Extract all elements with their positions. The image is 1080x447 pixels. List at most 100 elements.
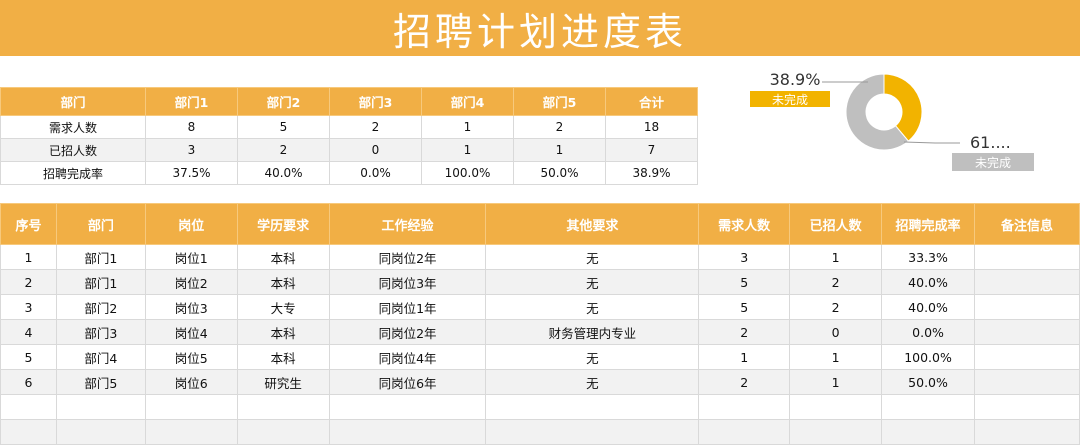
summary-cell[interactable]: 100.0% [421, 161, 514, 185]
detail-cell[interactable]: 部门1 [55, 269, 146, 295]
summary-cell[interactable]: 3 [145, 138, 238, 162]
summary-cell[interactable]: 2 [329, 115, 422, 139]
detail-cell[interactable]: 0 [789, 319, 883, 345]
detail-cell[interactable] [55, 419, 146, 445]
detail-cell[interactable] [974, 294, 1080, 320]
detail-cell[interactable]: 1 [698, 344, 791, 370]
summary-cell[interactable]: 1 [421, 138, 514, 162]
detail-cell[interactable] [144, 394, 238, 420]
detail-cell[interactable]: 2 [0, 269, 57, 295]
detail-cell[interactable] [485, 394, 700, 420]
summary-cell[interactable]: 50.0% [513, 161, 606, 185]
detail-cell[interactable]: 岗位5 [144, 344, 238, 370]
detail-cell[interactable]: 40.0% [881, 294, 975, 320]
detail-cell[interactable]: 2 [789, 269, 883, 295]
detail-cell[interactable]: 3 [698, 244, 791, 270]
detail-cell[interactable] [974, 344, 1080, 370]
detail-cell[interactable]: 同岗位3年 [328, 269, 487, 295]
detail-cell[interactable] [328, 394, 487, 420]
detail-cell[interactable]: 1 [789, 244, 883, 270]
detail-cell[interactable]: 同岗位6年 [328, 369, 487, 395]
detail-cell[interactable] [485, 419, 700, 445]
summary-cell[interactable]: 需求人数 [0, 115, 146, 139]
detail-cell[interactable] [881, 394, 975, 420]
summary-cell[interactable]: 2 [237, 138, 330, 162]
detail-cell[interactable] [881, 419, 975, 445]
detail-cell[interactable]: 本科 [236, 319, 330, 345]
detail-cell[interactable]: 2 [698, 319, 791, 345]
detail-cell[interactable]: 1 [0, 244, 57, 270]
detail-cell[interactable]: 33.3% [881, 244, 975, 270]
detail-cell[interactable]: 岗位6 [144, 369, 238, 395]
detail-cell[interactable] [236, 394, 330, 420]
detail-cell[interactable]: 岗位2 [144, 269, 238, 295]
detail-cell[interactable]: 部门2 [55, 294, 146, 320]
detail-cell[interactable]: 1 [789, 344, 883, 370]
summary-cell[interactable]: 37.5% [145, 161, 238, 185]
detail-cell[interactable]: 40.0% [881, 269, 975, 295]
detail-cell[interactable]: 本科 [236, 269, 330, 295]
detail-cell[interactable] [236, 419, 330, 445]
detail-cell[interactable] [974, 394, 1080, 420]
detail-cell[interactable] [974, 319, 1080, 345]
summary-cell[interactable]: 40.0% [237, 161, 330, 185]
detail-cell[interactable] [974, 244, 1080, 270]
summary-cell[interactable]: 已招人数 [0, 138, 146, 162]
detail-cell[interactable]: 岗位4 [144, 319, 238, 345]
detail-cell[interactable] [0, 419, 57, 445]
detail-cell[interactable]: 本科 [236, 344, 330, 370]
summary-cell[interactable]: 8 [145, 115, 238, 139]
detail-cell[interactable]: 岗位3 [144, 294, 238, 320]
summary-cell[interactable]: 1 [421, 115, 514, 139]
detail-cell[interactable]: 部门4 [55, 344, 146, 370]
detail-cell[interactable]: 2 [698, 369, 791, 395]
summary-cell[interactable]: 2 [513, 115, 606, 139]
detail-cell[interactable]: 4 [0, 319, 57, 345]
detail-cell[interactable]: 无 [485, 369, 700, 395]
detail-cell[interactable]: 100.0% [881, 344, 975, 370]
detail-cell[interactable]: 5 [698, 269, 791, 295]
detail-cell[interactable]: 6 [0, 369, 57, 395]
detail-cell[interactable] [698, 419, 791, 445]
detail-cell[interactable] [144, 419, 238, 445]
detail-cell[interactable]: 2 [789, 294, 883, 320]
detail-cell[interactable]: 岗位1 [144, 244, 238, 270]
detail-cell[interactable]: 无 [485, 244, 700, 270]
detail-cell[interactable] [55, 394, 146, 420]
detail-cell[interactable]: 部门5 [55, 369, 146, 395]
summary-cell[interactable]: 招聘完成率 [0, 161, 146, 185]
detail-cell[interactable]: 部门3 [55, 319, 146, 345]
detail-cell[interactable]: 财务管理内专业 [485, 319, 700, 345]
detail-cell[interactable]: 3 [0, 294, 57, 320]
detail-cell[interactable]: 部门1 [55, 244, 146, 270]
detail-cell[interactable]: 5 [698, 294, 791, 320]
detail-cell[interactable] [974, 419, 1080, 445]
detail-cell[interactable]: 无 [485, 344, 700, 370]
detail-cell[interactable]: 同岗位2年 [328, 319, 487, 345]
detail-cell[interactable] [789, 419, 883, 445]
summary-cell[interactable]: 1 [513, 138, 606, 162]
detail-cell[interactable]: 0.0% [881, 319, 975, 345]
detail-cell[interactable]: 50.0% [881, 369, 975, 395]
summary-cell[interactable]: 7 [605, 138, 698, 162]
detail-cell[interactable]: 研究生 [236, 369, 330, 395]
detail-cell[interactable] [328, 419, 487, 445]
detail-cell[interactable]: 5 [0, 344, 57, 370]
detail-cell[interactable]: 同岗位2年 [328, 244, 487, 270]
summary-cell[interactable]: 0 [329, 138, 422, 162]
detail-cell[interactable]: 1 [789, 369, 883, 395]
detail-cell[interactable] [698, 394, 791, 420]
summary-cell[interactable]: 38.9% [605, 161, 698, 185]
detail-cell[interactable]: 大专 [236, 294, 330, 320]
detail-cell[interactable] [789, 394, 883, 420]
summary-cell[interactable]: 5 [237, 115, 330, 139]
detail-cell[interactable]: 无 [485, 269, 700, 295]
detail-cell[interactable]: 本科 [236, 244, 330, 270]
detail-cell[interactable]: 无 [485, 294, 700, 320]
detail-cell[interactable] [0, 394, 57, 420]
detail-cell[interactable]: 同岗位1年 [328, 294, 487, 320]
summary-cell[interactable]: 0.0% [329, 161, 422, 185]
summary-cell[interactable]: 18 [605, 115, 698, 139]
detail-cell[interactable]: 同岗位4年 [328, 344, 487, 370]
detail-cell[interactable] [974, 369, 1080, 395]
